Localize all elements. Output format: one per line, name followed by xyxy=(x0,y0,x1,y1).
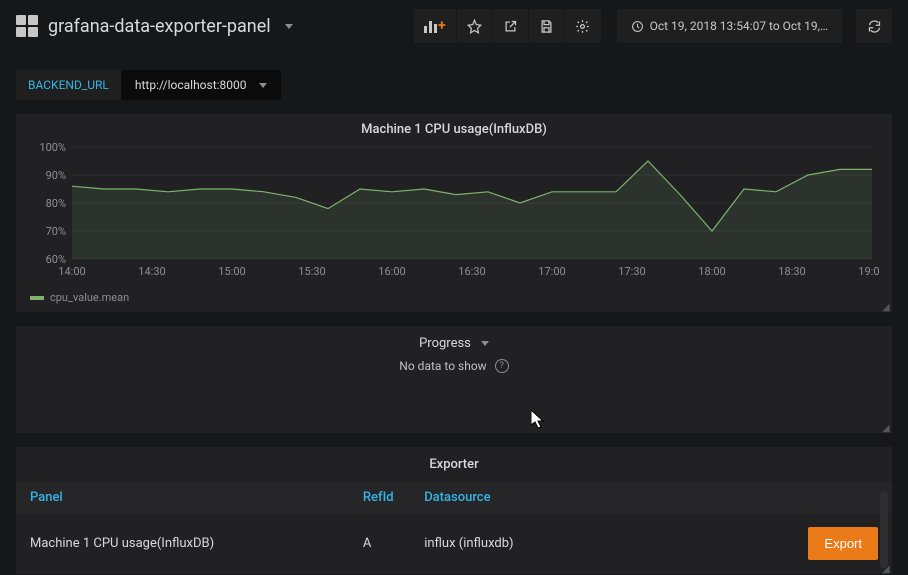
svg-text:18:00: 18:00 xyxy=(698,265,725,278)
chart-panel-title[interactable]: Machine 1 CPU usage(InfluxDB) xyxy=(16,114,892,141)
svg-text:16:30: 16:30 xyxy=(458,265,485,278)
svg-text:16:00: 16:00 xyxy=(378,265,405,278)
resize-handle[interactable]: ◢ xyxy=(882,302,890,310)
svg-text:90%: 90% xyxy=(46,169,66,182)
refresh-button[interactable] xyxy=(856,9,892,43)
bars-icon xyxy=(424,19,437,33)
time-range-picker[interactable]: Oct 19, 2018 13:54:07 to Oct 19,… xyxy=(617,9,842,43)
resize-handle[interactable]: ◢ xyxy=(882,423,890,431)
exporter-table: Panel RefId Datasource Machine 1 CPU usa… xyxy=(16,482,892,574)
svg-text:15:00: 15:00 xyxy=(218,265,245,278)
svg-text:17:00: 17:00 xyxy=(538,265,565,278)
col-panel[interactable]: Panel xyxy=(16,482,349,513)
clock-icon xyxy=(631,20,644,33)
legend-swatch xyxy=(30,296,44,300)
chevron-down-icon xyxy=(285,24,293,29)
progress-panel-title[interactable]: Progress xyxy=(16,326,892,355)
dashboard-title: grafana-data-exporter-panel xyxy=(48,16,271,37)
chevron-down-icon xyxy=(259,83,267,88)
share-button[interactable] xyxy=(493,9,529,43)
legend-label: cpu_value.mean xyxy=(50,291,129,304)
variable-value-dropdown[interactable]: http://localhost:8000 xyxy=(121,70,281,100)
scrollbar[interactable] xyxy=(880,491,888,568)
help-icon[interactable]: ? xyxy=(495,359,509,373)
svg-text:100%: 100% xyxy=(39,141,66,154)
no-data-message: No data to show ? xyxy=(16,355,892,433)
refresh-icon xyxy=(867,19,882,34)
save-button[interactable] xyxy=(529,9,565,43)
svg-text:80%: 80% xyxy=(46,197,66,210)
chart-panel: Machine 1 CPU usage(InfluxDB) 60%70%80%9… xyxy=(16,114,892,312)
svg-text:14:30: 14:30 xyxy=(138,265,165,278)
add-panel-button[interactable]: + xyxy=(414,9,457,43)
toolbar-group: + xyxy=(414,9,601,43)
variable-value-text: http://localhost:8000 xyxy=(135,78,247,92)
svg-text:14:00: 14:00 xyxy=(58,265,85,278)
table-row: Machine 1 CPU usage(InfluxDB) A influx (… xyxy=(16,513,892,574)
chevron-down-icon xyxy=(481,341,489,346)
col-datasource[interactable]: Datasource xyxy=(410,482,792,513)
variable-row: BACKEND_URL http://localhost:8000 xyxy=(0,70,908,100)
col-refid[interactable]: RefId xyxy=(349,482,410,513)
variable-label: BACKEND_URL xyxy=(16,70,121,100)
share-icon xyxy=(503,19,518,34)
svg-text:18:30: 18:30 xyxy=(778,265,805,278)
cell-panel: Machine 1 CPU usage(InfluxDB) xyxy=(16,513,349,574)
cell-refid: A xyxy=(349,513,410,574)
star-button[interactable] xyxy=(457,9,493,43)
line-chart: 60%70%80%90%100%14:0014:3015:0015:3016:0… xyxy=(28,141,880,281)
star-icon xyxy=(467,19,482,34)
chart-area[interactable]: 60%70%80%90%100%14:0014:3015:0015:3016:0… xyxy=(16,141,892,287)
exporter-panel: Exporter Panel RefId Datasource Machine … xyxy=(16,447,892,574)
dashboard-grid-icon xyxy=(16,15,38,37)
save-icon xyxy=(539,19,554,34)
dashboard-title-dropdown[interactable]: grafana-data-exporter-panel xyxy=(16,15,293,37)
svg-text:17:30: 17:30 xyxy=(618,265,645,278)
exporter-panel-title[interactable]: Exporter xyxy=(16,447,892,482)
chart-legend[interactable]: cpu_value.mean xyxy=(16,287,892,312)
cell-datasource: influx (influxdb) xyxy=(410,513,792,574)
svg-text:70%: 70% xyxy=(46,225,66,238)
top-header: grafana-data-exporter-panel + Oct 19, 20… xyxy=(0,0,908,52)
time-range-text: Oct 19, 2018 13:54:07 to Oct 19,… xyxy=(650,19,828,33)
resize-handle[interactable]: ◢ xyxy=(882,564,890,572)
gear-icon xyxy=(575,19,590,34)
svg-text:19:00: 19:00 xyxy=(858,265,880,278)
svg-text:15:30: 15:30 xyxy=(298,265,325,278)
settings-button[interactable] xyxy=(565,9,601,43)
export-button[interactable]: Export xyxy=(808,527,878,560)
progress-panel: Progress No data to show ? ◢ xyxy=(16,326,892,433)
